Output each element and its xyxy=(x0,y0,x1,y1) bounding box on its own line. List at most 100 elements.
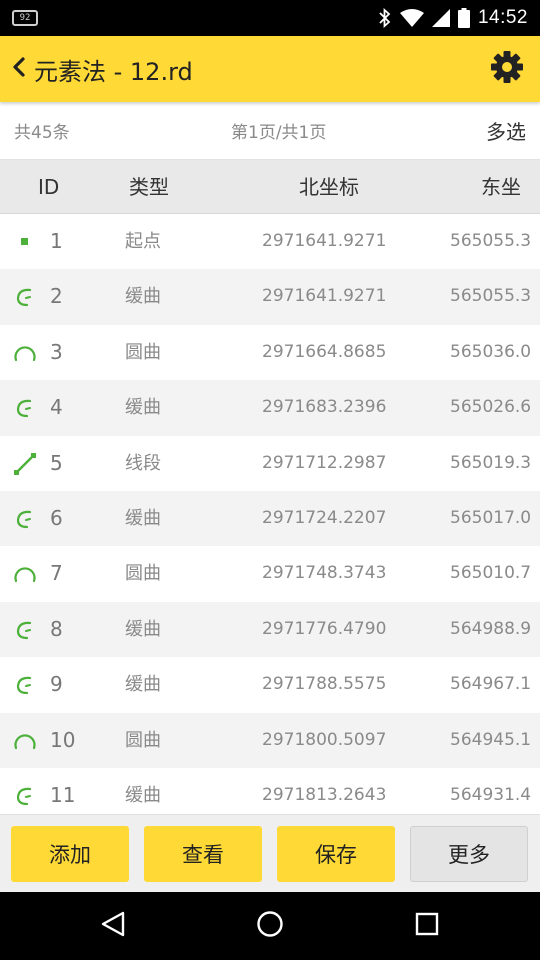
spiral-curve-icon xyxy=(13,285,37,309)
page-title: 元素法 - 12.rd xyxy=(34,57,193,86)
table-row[interactable]: 9 缓曲 2971788.5575 564967.1 xyxy=(0,657,540,712)
row-east: 564945.1 xyxy=(450,729,532,750)
table-header: ID 类型 北坐标 东坐 xyxy=(0,160,540,214)
table-row[interactable]: 3 圆曲 2971664.8685 565036.0 xyxy=(0,325,540,380)
notification-badge-icon: 92 xyxy=(12,10,38,26)
battery-icon xyxy=(457,8,470,28)
row-type: 缓曲 xyxy=(125,286,161,308)
row-type: 圆曲 xyxy=(125,341,161,363)
row-type: 缓曲 xyxy=(125,397,161,419)
back-triangle-icon xyxy=(100,910,126,942)
spiral-curve-icon xyxy=(13,673,37,697)
circular-curve-icon xyxy=(13,341,37,365)
row-north: 2971748.3743 xyxy=(262,563,387,584)
row-id: 2 xyxy=(50,284,63,309)
table-row[interactable]: 1 起点 2971641.9271 565055.3 xyxy=(0,214,540,269)
multi-select-button[interactable]: 多选 xyxy=(486,116,526,145)
page-indicator: 第1页/共1页 xyxy=(231,123,327,143)
app-bar: 元素法 - 12.rd xyxy=(0,36,540,102)
status-right: 14:52 xyxy=(378,7,528,29)
nav-recents-button[interactable] xyxy=(407,906,447,946)
chevron-left-icon xyxy=(12,56,26,82)
row-north: 2971788.5575 xyxy=(262,674,387,695)
row-id: 10 xyxy=(50,727,76,752)
more-button[interactable]: 更多 xyxy=(410,826,528,882)
row-id: 9 xyxy=(50,672,63,697)
row-north: 2971813.2643 xyxy=(262,785,387,805)
bottom-action-bar: 添加 查看 保存 更多 xyxy=(0,814,540,892)
row-east: 565055.3 xyxy=(450,286,532,307)
row-north: 2971664.8685 xyxy=(262,341,387,362)
row-id: 11 xyxy=(50,783,76,807)
row-east: 565036.0 xyxy=(450,341,532,362)
summary-row: 共45条 第1页/共1页 多选 xyxy=(0,102,540,160)
row-id: 8 xyxy=(50,616,63,641)
row-type: 起点 xyxy=(125,231,161,252)
table-row[interactable]: 6 缓曲 2971724.2207 565017.0 xyxy=(0,491,540,547)
row-east: 565010.7 xyxy=(450,563,532,584)
spiral-curve-icon xyxy=(13,618,37,642)
row-east: 565055.3 xyxy=(450,231,532,251)
spiral-curve-icon xyxy=(13,507,37,531)
recents-square-icon xyxy=(414,911,440,941)
table-row[interactable]: 4 缓曲 2971683.2396 565026.6 xyxy=(0,380,540,436)
element-table[interactable]: 1 起点 2971641.9271 565055.3 2 缓曲 2971641.… xyxy=(0,214,540,814)
row-east: 565026.6 xyxy=(450,397,532,418)
signal-icon xyxy=(431,9,450,27)
table-row[interactable]: 5 线段 2971712.2987 565019.3 xyxy=(0,436,540,491)
spiral-curve-icon xyxy=(13,396,37,420)
total-count: 共45条 xyxy=(14,123,70,143)
wifi-icon xyxy=(399,9,424,27)
row-id: 5 xyxy=(50,450,63,475)
row-type: 缓曲 xyxy=(125,508,161,529)
row-north: 2971724.2207 xyxy=(262,508,387,528)
system-nav-bar xyxy=(0,892,540,960)
row-id: 7 xyxy=(50,561,63,586)
column-header-type: 类型 xyxy=(129,175,169,199)
row-id: 3 xyxy=(50,339,63,364)
nav-home-button[interactable] xyxy=(250,906,290,946)
spiral-curve-icon xyxy=(13,784,37,808)
row-north: 2971641.9271 xyxy=(262,286,387,307)
table-row[interactable]: 2 缓曲 2971641.9271 565055.3 xyxy=(0,269,540,325)
table-row[interactable]: 7 圆曲 2971748.3743 565010.7 xyxy=(0,546,540,601)
column-header-east: 东坐 xyxy=(481,175,521,199)
row-north: 2971683.2396 xyxy=(262,397,387,418)
add-button[interactable]: 添加 xyxy=(11,826,129,882)
table-row[interactable]: 10 圆曲 2971800.5097 564945.1 xyxy=(0,712,540,768)
status-bar: 92 14:52 xyxy=(0,0,540,36)
row-north: 2971776.4790 xyxy=(262,618,387,639)
nav-back-button[interactable] xyxy=(93,906,133,946)
row-east: 564988.9 xyxy=(450,618,532,639)
line-segment-icon xyxy=(13,452,37,476)
row-type: 缓曲 xyxy=(125,618,161,640)
view-button[interactable]: 查看 xyxy=(144,826,262,882)
column-header-id: ID xyxy=(38,175,60,199)
row-type: 缓曲 xyxy=(125,785,161,806)
column-header-north: 北坐标 xyxy=(299,175,359,199)
circular-curve-icon xyxy=(13,729,37,753)
back-button[interactable] xyxy=(4,36,34,102)
row-north: 2971712.2987 xyxy=(262,452,387,473)
table-row[interactable]: 11 缓曲 2971813.2643 564931.4 xyxy=(0,768,540,814)
start-point-icon xyxy=(13,230,37,254)
status-time: 14:52 xyxy=(477,7,528,28)
settings-button[interactable] xyxy=(474,36,540,102)
row-east: 564967.1 xyxy=(450,674,532,695)
row-type: 圆曲 xyxy=(125,729,161,751)
gear-icon xyxy=(490,50,524,88)
save-button[interactable]: 保存 xyxy=(277,826,395,882)
row-east: 565017.0 xyxy=(450,508,532,528)
circular-curve-icon xyxy=(13,562,37,586)
row-id: 1 xyxy=(50,229,63,253)
table-row[interactable]: 8 缓曲 2971776.4790 564988.9 xyxy=(0,601,540,658)
bluetooth-icon xyxy=(378,8,392,28)
row-type: 圆曲 xyxy=(125,563,161,585)
status-left: 92 xyxy=(12,10,38,26)
row-type: 线段 xyxy=(125,452,161,474)
row-id: 4 xyxy=(50,395,63,420)
row-north: 2971800.5097 xyxy=(262,729,387,750)
row-east: 565019.3 xyxy=(450,452,532,473)
row-north: 2971641.9271 xyxy=(262,231,387,251)
row-id: 6 xyxy=(50,506,63,530)
